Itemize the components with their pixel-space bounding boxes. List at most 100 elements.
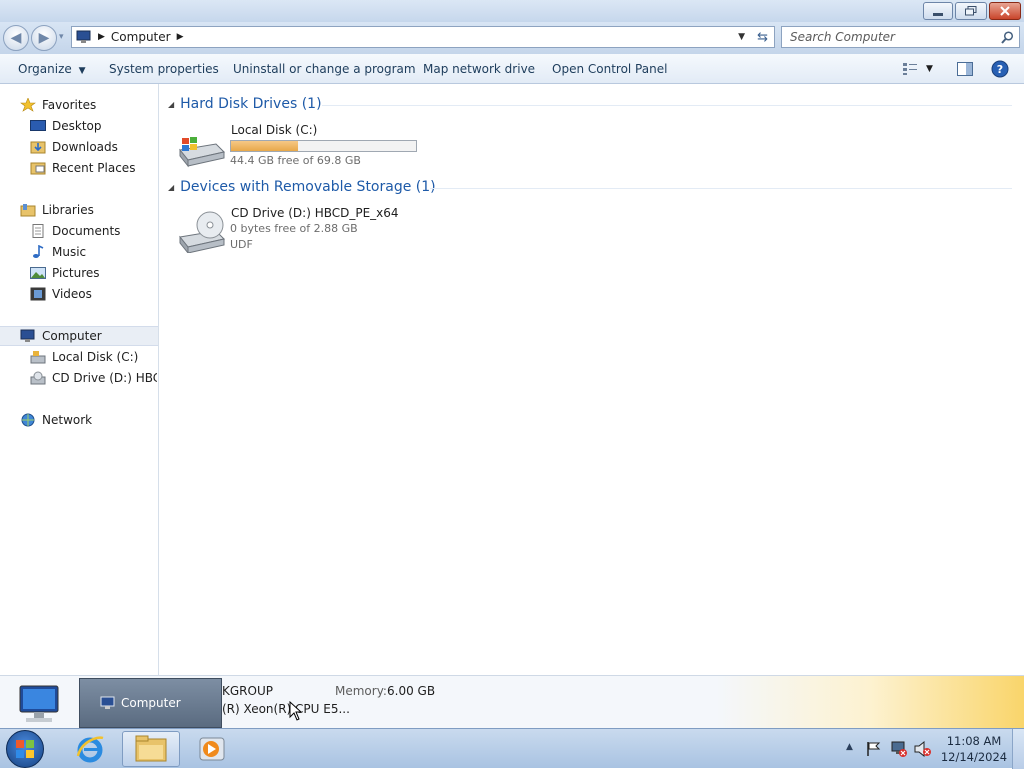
taskbar-thumbnail-tooltip[interactable]: Computer	[79, 678, 222, 728]
nav-computer-label: Computer	[42, 329, 102, 343]
recent-pages-dropdown[interactable]: ▾	[59, 32, 64, 42]
minimize-icon	[933, 12, 943, 16]
start-button[interactable]	[6, 730, 44, 768]
restore-button[interactable]	[955, 2, 987, 20]
nav-item-label: CD Drive (D:) HBCD_	[52, 371, 157, 385]
address-history-icon[interactable]: ▼	[738, 32, 745, 42]
nav-favorites[interactable]: Favorites	[20, 95, 96, 115]
nav-item-label: Pictures	[52, 266, 100, 280]
system-clock[interactable]: 11:08 AM 12/14/2024	[940, 733, 1008, 765]
taskbar-windows-explorer[interactable]	[122, 731, 180, 767]
drive-name: Local Disk (C:)	[231, 123, 318, 137]
svg-text:?: ?	[997, 63, 1003, 76]
breadcrumb-computer[interactable]: Computer	[111, 30, 171, 44]
uninstall-program-button[interactable]: Uninstall or change a program	[233, 62, 416, 76]
volume-muted-icon[interactable]	[914, 741, 932, 757]
nav-favorites-label: Favorites	[42, 98, 97, 112]
star-icon	[20, 98, 36, 112]
drive-free-space: 44.4 GB free of 69.8 GB	[230, 154, 361, 167]
chevron-down-icon: ▼	[78, 66, 86, 76]
nav-item-label: Documents	[52, 224, 121, 238]
nav-computer[interactable]: Computer	[0, 326, 158, 346]
nav-item-videos[interactable]: Videos	[30, 284, 92, 304]
videos-icon	[30, 287, 46, 301]
downloads-folder-icon	[30, 141, 46, 154]
mouse-cursor-icon	[289, 701, 303, 721]
taskbar: ▲ 11:08 AM 12/14/2024	[0, 728, 1024, 769]
change-view-button[interactable]: ▼	[902, 62, 933, 76]
refresh-icon[interactable]: ⇆	[757, 30, 768, 45]
nav-item-label: Downloads	[52, 140, 118, 154]
restore-icon	[965, 6, 977, 16]
drive-tile-local-disk[interactable]: Local Disk (C:) 44.4 GB free of 69.8 GB	[176, 122, 421, 170]
drive-filesystem: UDF	[230, 238, 253, 251]
search-placeholder: Search Computer	[790, 30, 895, 44]
breadcrumb-arrow-icon[interactable]: ▶	[177, 32, 184, 42]
recent-places-icon	[30, 162, 46, 175]
windows-logo-icon	[16, 740, 34, 758]
computer-icon	[20, 329, 35, 342]
media-player-icon	[199, 737, 225, 761]
drive-tile-cd-drive[interactable]: CD Drive (D:) HBCD_PE_x64 0 bytes free o…	[176, 205, 421, 255]
search-input[interactable]: Search Computer	[781, 26, 1020, 48]
back-arrow-icon: ◀	[10, 30, 22, 46]
navigation-pane: Favorites Desktop Downloads Recent Place…	[0, 84, 159, 675]
hdd-group-header[interactable]: ◢ Hard Disk Drives (1)	[168, 96, 322, 112]
back-button[interactable]: ◀	[3, 25, 29, 51]
removable-group-title: Devices with Removable Storage (1)	[180, 179, 436, 195]
nav-item-local-disk[interactable]: Local Disk (C:)	[30, 347, 138, 367]
organize-button[interactable]: Organize ▼	[18, 62, 86, 76]
drive-name: CD Drive (D:) HBCD_PE_x64	[231, 206, 399, 220]
removable-group-header[interactable]: ◢ Devices with Removable Storage (1)	[168, 179, 436, 195]
nav-item-cd-drive[interactable]: CD Drive (D:) HBCD_	[30, 368, 157, 388]
organize-label: Organize	[18, 62, 72, 76]
address-toolbar: ◀ ▶ ▾ ▶ Computer ▶ ▼ ⇆ Search Computer	[0, 22, 1024, 54]
forward-arrow-icon: ▶	[38, 30, 50, 46]
nav-item-label: Music	[52, 245, 87, 259]
show-desktop-button[interactable]	[1012, 729, 1024, 769]
hard-drive-windows-icon	[179, 137, 225, 168]
system-properties-button[interactable]: System properties	[109, 62, 219, 76]
nav-item-recent-places[interactable]: Recent Places	[30, 158, 135, 178]
collapse-icon[interactable]: ◢	[168, 100, 174, 109]
documents-icon	[32, 224, 44, 238]
nav-item-music[interactable]: Music	[30, 242, 86, 262]
taskbar-media-player[interactable]	[184, 731, 240, 767]
desktop-icon	[30, 120, 46, 131]
close-button[interactable]	[989, 2, 1021, 20]
command-bar: Organize ▼ System properties Uninstall o…	[0, 54, 1024, 84]
computer-icon	[76, 30, 91, 43]
group-divider	[430, 188, 1012, 189]
forward-button[interactable]: ▶	[31, 25, 57, 51]
close-icon	[1000, 6, 1010, 16]
show-hidden-icons-button[interactable]: ▲	[846, 742, 853, 752]
breadcrumb-arrow-icon[interactable]: ▶	[98, 32, 105, 42]
nav-item-label: Desktop	[52, 119, 102, 133]
map-network-drive-button[interactable]: Map network drive	[423, 62, 535, 76]
collapse-icon[interactable]: ◢	[168, 183, 174, 192]
minimize-button[interactable]	[923, 2, 953, 20]
taskbar-internet-explorer[interactable]	[62, 731, 118, 767]
nav-network[interactable]: Network	[20, 410, 92, 430]
cd-drive-icon	[179, 211, 225, 253]
music-note-icon	[33, 245, 44, 258]
nav-libraries[interactable]: Libraries	[20, 200, 94, 220]
title-bar	[0, 0, 1024, 22]
nav-item-documents[interactable]: Documents	[30, 221, 120, 241]
network-disconnected-icon[interactable]	[890, 741, 908, 757]
network-icon	[21, 413, 35, 427]
pictures-icon	[30, 267, 46, 279]
nav-item-label: Videos	[52, 287, 92, 301]
nav-item-downloads[interactable]: Downloads	[30, 137, 118, 157]
action-center-flag-icon[interactable]	[866, 741, 882, 757]
folder-icon	[135, 735, 167, 762]
nav-item-pictures[interactable]: Pictures	[30, 263, 100, 283]
search-icon[interactable]	[1001, 31, 1014, 44]
processor-value: (R) Xeon(R) CPU E5...	[222, 702, 350, 716]
open-control-panel-button[interactable]: Open Control Panel	[552, 62, 667, 76]
libraries-icon	[20, 204, 36, 217]
address-field[interactable]: ▶ Computer ▶ ▼ ⇆	[71, 26, 775, 48]
preview-pane-icon[interactable]	[957, 62, 973, 76]
help-icon[interactable]: ?	[991, 60, 1009, 78]
nav-item-desktop[interactable]: Desktop	[30, 116, 102, 136]
